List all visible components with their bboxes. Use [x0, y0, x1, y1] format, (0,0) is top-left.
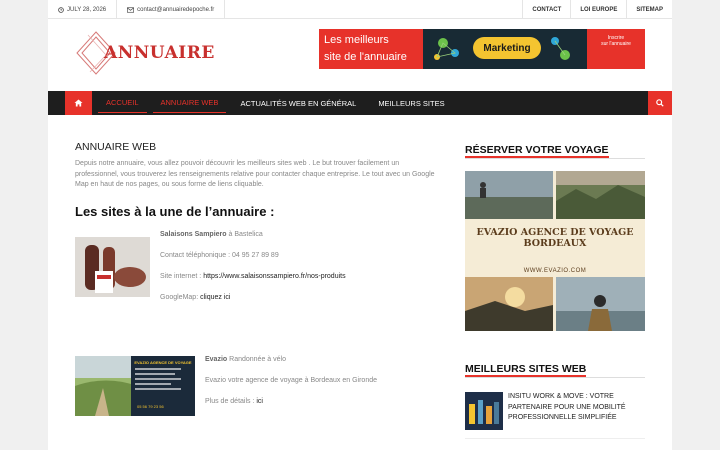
main-nav: ACCUEIL ANNUAIRE WEB ACTUALITÉS WEB EN G…	[48, 91, 672, 115]
best-sites-heading: MEILLEURS SITES WEB	[465, 363, 645, 378]
evazio-more-label: Plus de détails :	[205, 398, 257, 405]
salaisons-entry: Salaisons Sampiero à Bastelica Contact t…	[160, 231, 460, 311]
page: JULY 28, 2026 contact@annuairedepoche.fr…	[48, 0, 672, 450]
email-item[interactable]: contact@annuairedepoche.fr	[117, 0, 226, 19]
loi-europe-link[interactable]: LOI EUROPE	[570, 0, 626, 19]
evazio-image[interactable]: EVAZIO AGENCE DE VOYAGE 05 56 79 23 56	[75, 356, 195, 416]
charcuterie-photo	[75, 237, 150, 297]
logo-text: ANNUAIRE	[104, 43, 215, 63]
mountain-photo	[556, 171, 645, 219]
sitemap-link[interactable]: SITEMAP	[626, 0, 672, 19]
marketing-banner[interactable]: Les meilleurs site de l'annuaire Marketi…	[319, 29, 645, 69]
salaisons-phone: Contact téléphonique : 04 95 27 89 89	[160, 252, 279, 259]
best-site-item[interactable]: INSITU WORK & MOVE : VOTRE PARTENAIRE PO…	[465, 392, 645, 432]
nav-actualites[interactable]: ACTUALITÉS WEB EN GÉNÉRAL	[232, 91, 364, 115]
best-site-title: INSITU WORK & MOVE : VOTRE PARTENAIRE PO…	[508, 393, 626, 421]
search-icon	[656, 99, 664, 107]
search-button[interactable]	[648, 91, 672, 115]
salaisons-site-label: Site internet :	[160, 273, 204, 280]
banner-line-2: site de l'annuaire	[324, 51, 407, 63]
evazio-ad-url: WWW.EVAZIO.COM	[523, 268, 587, 274]
travel-heading: RÉSERVER VOTRE VOYAGE	[465, 144, 645, 159]
salaisons-map-label: GoogleMap:	[160, 294, 201, 301]
marketing-badge: Marketing	[473, 37, 541, 59]
evazio-ad[interactable]: EVAZIO AGENCE DE VOYAGE BORDEAUX WWW.EVA…	[465, 171, 645, 331]
traveler-photo	[556, 277, 645, 331]
divider	[465, 438, 645, 439]
evazio-image-phone: 05 56 79 23 56	[137, 404, 164, 409]
evazio-ad-title: EVAZIO AGENCE DE VOYAGE BORDEAUX	[476, 227, 634, 249]
salaisons-site-link[interactable]: https://www.salaisonssampiero.fr/nos-pro…	[203, 273, 345, 280]
intro-text: Depuis notre annuaire, vous allez pouvoi…	[75, 160, 435, 189]
hiker-photo	[465, 171, 553, 219]
contact-email: contact@annuairedepoche.fr	[137, 6, 215, 13]
section-title: Les sites à la une de l’annuaire :	[75, 204, 275, 219]
home-icon	[74, 99, 83, 107]
nav-meilleurs-sites[interactable]: MEILLEURS SITES	[370, 91, 452, 115]
clock-icon	[58, 6, 64, 13]
home-button[interactable]	[65, 91, 92, 115]
bike-trail-photo	[75, 356, 131, 416]
banner-side-line-2: sur l'annuaire	[601, 41, 631, 47]
date-item: JULY 28, 2026	[48, 0, 118, 19]
travel-heading-text: RÉSERVER VOTRE VOYAGE	[465, 144, 609, 158]
contact-link[interactable]: CONTACT	[522, 0, 570, 19]
site-logo[interactable]: ANNUAIRE	[76, 31, 215, 75]
evazio-image-title: EVAZIO AGENCE DE VOYAGE	[134, 360, 192, 365]
page-title: ANNUAIRE WEB	[75, 141, 157, 153]
salaisons-image[interactable]	[75, 237, 150, 297]
salaisons-map-link[interactable]: cliquez ici	[200, 294, 230, 301]
evazio-desc: Evazio votre agence de voyage à Bordeaux…	[205, 377, 378, 384]
banner-image: Marketing Inscrire sur l'annuaire	[423, 29, 645, 69]
top-bar: JULY 28, 2026 contact@annuairedepoche.fr…	[48, 0, 672, 19]
city-night-photo	[465, 392, 503, 430]
banner-side-text: Inscrire sur l'annuaire	[587, 29, 645, 69]
evazio-location: Randonnée à vélo	[227, 356, 286, 363]
evazio-name: Evazio	[205, 356, 228, 363]
sunset-photo	[465, 277, 553, 331]
evazio-entry: Evazio Randonnée à vélo Evazio votre age…	[205, 356, 465, 416]
best-sites-heading-text: MEILLEURS SITES WEB	[465, 363, 587, 377]
banner-text: Les meilleurs site de l'annuaire	[319, 29, 423, 69]
nav-accueil[interactable]: ACCUEIL	[98, 93, 147, 113]
envelope-icon	[127, 6, 135, 13]
salaisons-name: Salaisons Sampiero	[160, 231, 227, 238]
current-date: JULY 28, 2026	[67, 6, 107, 13]
salaisons-location: à Bastelica	[226, 231, 263, 238]
insitu-thumbnail	[465, 392, 503, 430]
evazio-more-link[interactable]: ici	[256, 398, 263, 405]
evazio-image-lines	[135, 368, 181, 393]
nav-annuaire-web[interactable]: ANNUAIRE WEB	[152, 93, 227, 113]
banner-line-1: Les meilleurs	[324, 34, 389, 46]
